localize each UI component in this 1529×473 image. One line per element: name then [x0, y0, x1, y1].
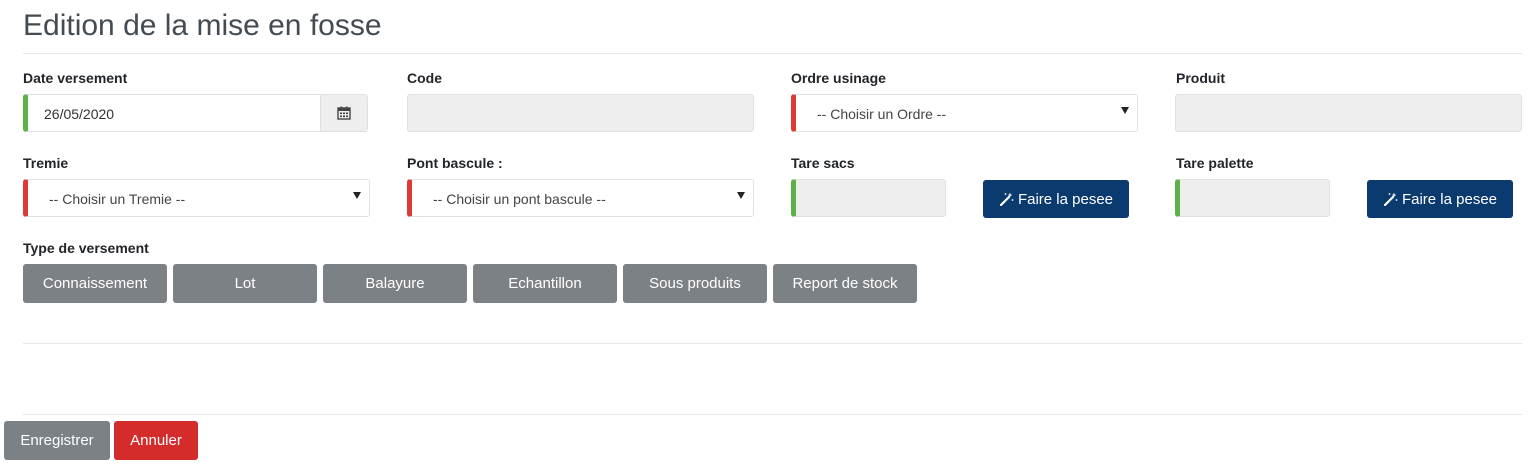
- date-versement-label: Date versement: [23, 70, 128, 86]
- code-label: Code: [407, 70, 442, 86]
- edit-page: Edition de la mise en fosse Date verseme…: [0, 0, 1529, 473]
- save-button[interactable]: Enregistrer: [4, 421, 110, 460]
- code-input[interactable]: [407, 94, 754, 132]
- tare-palette-weigh-label: Faire la pesee: [1401, 190, 1498, 208]
- tare-palette-weigh-button[interactable]: Faire la pesee: [1367, 180, 1513, 218]
- magic-wand-icon: [1383, 192, 1398, 206]
- caret-down-icon: [1121, 107, 1129, 114]
- ordre-usinage-label: Ordre usinage: [791, 70, 886, 86]
- content-divider: [23, 343, 1522, 344]
- tare-sacs-weigh-button[interactable]: Faire la pesee: [983, 180, 1129, 218]
- ordre-usinage-select[interactable]: -- Choisir un Ordre --: [791, 94, 1138, 132]
- page-title: Edition de la mise en fosse: [23, 9, 382, 42]
- date-picker-button[interactable]: [320, 95, 367, 131]
- pont-bascule-selected: -- Choisir un pont bascule --: [433, 191, 606, 207]
- type-connaissement-button[interactable]: Connaissement: [23, 264, 167, 303]
- tremie-selected: -- Choisir un Tremie --: [49, 191, 186, 207]
- caret-down-icon: [737, 192, 745, 199]
- produit-label: Produit: [1176, 70, 1225, 86]
- pont-bascule-select[interactable]: -- Choisir un pont bascule --: [407, 179, 754, 217]
- type-versement-label: Type de versement: [23, 240, 149, 256]
- magic-wand-icon: [999, 192, 1014, 206]
- tare-palette-input[interactable]: [1175, 179, 1330, 217]
- caret-down-icon: [353, 192, 361, 199]
- tare-sacs-input[interactable]: [791, 179, 946, 217]
- produit-input[interactable]: [1175, 94, 1522, 132]
- type-balayure-button[interactable]: Balayure: [323, 264, 467, 303]
- pont-bascule-label: Pont bascule :: [407, 155, 503, 171]
- date-versement-value: 26/05/2020: [44, 106, 115, 122]
- tremie-label: Tremie: [23, 155, 69, 171]
- ordre-usinage-selected: -- Choisir un Ordre --: [817, 106, 947, 122]
- tare-palette-label: Tare palette: [1176, 155, 1254, 171]
- tremie-select[interactable]: -- Choisir un Tremie --: [23, 179, 370, 217]
- tare-sacs-weigh-label: Faire la pesee: [1017, 190, 1114, 208]
- type-lot-button[interactable]: Lot: [173, 264, 317, 303]
- type-sous-produits-button[interactable]: Sous produits: [623, 264, 767, 303]
- type-report-stock-button[interactable]: Report de stock: [773, 264, 917, 303]
- title-divider: [23, 53, 1522, 54]
- calendar-icon: [337, 106, 351, 120]
- date-versement-input[interactable]: 26/05/2020: [23, 94, 368, 132]
- type-echantillon-button[interactable]: Echantillon: [473, 264, 617, 303]
- tare-sacs-label: Tare sacs: [791, 155, 855, 171]
- cancel-button[interactable]: Annuler: [114, 421, 198, 460]
- footer-divider: [23, 414, 1522, 415]
